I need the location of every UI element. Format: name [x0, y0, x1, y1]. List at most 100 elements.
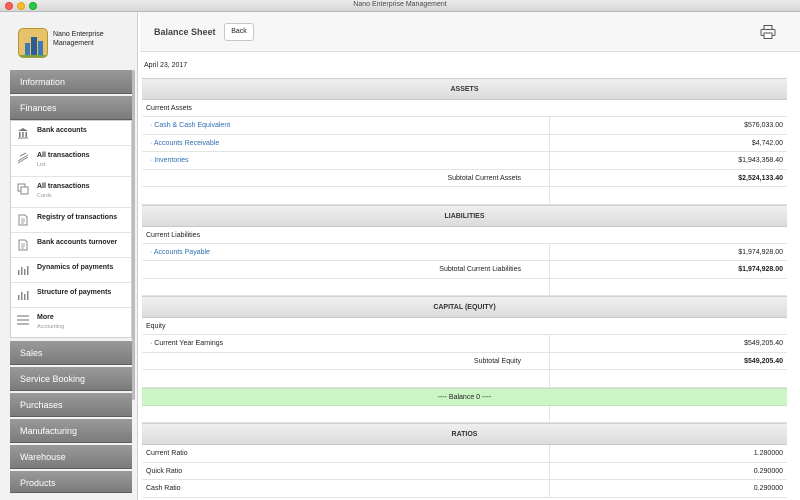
- subtotal-label: Subtotal Current Liabilities: [142, 261, 550, 278]
- submenu-registry-of-transactions[interactable]: Registry of transactions: [11, 208, 131, 233]
- table-row: · Current Year Earnings $549,205.40: [142, 335, 787, 353]
- ratio-row: Current Ratio 1.280000: [142, 445, 787, 463]
- submenu-bank-accounts-turnover[interactable]: Bank accounts turnover: [11, 233, 131, 258]
- ratio-row: Quick Ratio 0.290000: [142, 462, 787, 480]
- app-name: Nano Enterprise Management: [53, 31, 104, 47]
- table-row[interactable]: · Inventories $1,943,358.40: [142, 152, 787, 170]
- account-link[interactable]: · Cash & Cash Equivalent: [142, 117, 550, 134]
- ratio-row: Cash Ratio 0.290000: [142, 480, 787, 498]
- nav-information-label: Information: [20, 77, 66, 87]
- table-row[interactable]: · Accounts Payable $1,974,928.00: [142, 243, 787, 261]
- table-row[interactable]: · Accounts Receivable $4,742.00: [142, 134, 787, 152]
- empty-cell: [142, 405, 550, 422]
- amount: $576,033.00: [744, 122, 783, 129]
- nav-purchases[interactable]: Purchases: [10, 393, 132, 417]
- printer-icon[interactable]: [760, 25, 776, 39]
- account-link[interactable]: · Inventories: [142, 152, 550, 169]
- document-icon: [18, 239, 28, 251]
- amount: $1,943,358.40: [738, 157, 783, 164]
- group-equity: Equity: [142, 318, 787, 335]
- amount: $1,974,928.00: [738, 248, 783, 256]
- table-row[interactable]: · Cash & Cash Equivalent $576,033.00: [142, 117, 787, 135]
- subtotal-row: Subtotal Current Liabilities $1,974,928.…: [142, 261, 787, 279]
- toolbar: Balance Sheet Back: [140, 12, 800, 52]
- ratio-label: Current Ratio: [142, 445, 550, 462]
- ratio-value: 1.280000: [753, 450, 783, 457]
- ratio-value: 0.290000: [753, 485, 783, 492]
- amount: $4,742.00: [751, 139, 783, 147]
- empty-row: [142, 187, 787, 205]
- account-label: · Current Year Earnings: [142, 335, 550, 352]
- nav-information[interactable]: Information: [10, 70, 132, 94]
- balance-check-row: ---- Balance 0 ----: [142, 387, 787, 406]
- section-header-equity: CAPITAL (EQUITY): [142, 296, 787, 318]
- submenu-subtitle: Cards: [37, 193, 52, 199]
- bank-icon: [18, 128, 28, 139]
- account-link[interactable]: · Accounts Receivable: [142, 134, 550, 151]
- nav-manufacturing[interactable]: Manufacturing: [10, 419, 132, 443]
- submenu-label: Bank accounts: [37, 127, 87, 134]
- nav-manufacturing-label: Manufacturing: [20, 426, 78, 436]
- nav-service-booking-label: Service Booking: [20, 374, 86, 384]
- submenu-bank-accounts[interactable]: Bank accounts: [11, 121, 131, 146]
- empty-cell: [142, 187, 550, 204]
- submenu-label: Structure of payments: [37, 289, 112, 296]
- ratio-label: Quick Ratio: [142, 462, 550, 479]
- submenu-dynamics-of-payments[interactable]: Dynamics of payments: [11, 258, 131, 283]
- submenu-label: Bank accounts turnover: [37, 239, 118, 246]
- section-header-liabilities: LIABILITIES: [142, 204, 787, 227]
- submenu-label: Registry of transactions: [37, 214, 118, 221]
- page-title: Balance Sheet: [154, 27, 216, 37]
- balance-sheet-table: ASSETS Current Assets · Cash & Cash Equi…: [142, 78, 787, 498]
- list-icon: [17, 152, 29, 164]
- empty-cell: [550, 370, 787, 387]
- subtotal-amount: $549,205.40: [744, 357, 783, 365]
- subtotal-label: Subtotal Current Assets: [142, 169, 550, 186]
- nav-products[interactable]: Products: [10, 471, 132, 493]
- submenu-label: All transactions: [37, 183, 90, 190]
- nav-finances[interactable]: Finances: [10, 96, 132, 120]
- nav-warehouse[interactable]: Warehouse: [10, 445, 132, 469]
- window-titlebar: Nano Enterprise Management: [0, 0, 800, 12]
- sidebar-scrollbar[interactable]: [132, 70, 135, 400]
- main-content: Balance Sheet Back April 23, 2017 ASSETS…: [140, 12, 800, 500]
- ratio-value: 0.290000: [753, 467, 783, 475]
- nav-sales-label: Sales: [20, 348, 43, 358]
- app-header: Nano Enterprise Management: [0, 12, 138, 70]
- submenu-structure-of-payments[interactable]: Structure of payments: [11, 283, 131, 308]
- nav-service-booking[interactable]: Service Booking: [10, 367, 132, 391]
- bar-chart-icon: [18, 291, 29, 300]
- submenu-all-transactions-list[interactable]: All transactions List: [11, 146, 131, 177]
- empty-cell: [550, 279, 787, 296]
- menu-icon: [17, 315, 29, 325]
- section-header-ratios: RATIOS: [142, 423, 787, 445]
- group-current-assets: Current Assets: [142, 100, 787, 117]
- section-header-assets: ASSETS: [142, 78, 787, 100]
- nav-products-label: Products: [20, 478, 56, 488]
- subtotal-amount: $1,974,928.00: [738, 266, 783, 273]
- submenu-more[interactable]: More Accounting: [11, 308, 131, 338]
- empty-row: [142, 405, 787, 423]
- document-icon: [18, 214, 28, 226]
- subtotal-row: Subtotal Equity $549,205.40: [142, 352, 787, 370]
- nav-warehouse-label: Warehouse: [20, 452, 66, 462]
- empty-cell: [550, 406, 787, 423]
- back-button[interactable]: Back: [224, 23, 254, 41]
- submenu-label: All transactions: [37, 152, 90, 159]
- empty-cell: [550, 187, 787, 204]
- cards-icon: [17, 183, 29, 195]
- subtotal-amount: $2,524,133.40: [738, 174, 783, 182]
- ratio-label: Cash Ratio: [142, 480, 550, 497]
- submenu-subtitle: Accounting: [37, 324, 65, 330]
- amount: $549,205.40: [744, 340, 783, 347]
- nav-sales[interactable]: Sales: [10, 341, 132, 365]
- finances-submenu: Bank accounts All transactions List All …: [10, 120, 132, 338]
- nav-purchases-label: Purchases: [20, 400, 63, 410]
- empty-cell: [142, 278, 550, 295]
- nav-finances-label: Finances: [20, 103, 57, 113]
- app-logo-icon: [18, 28, 48, 58]
- account-link[interactable]: · Accounts Payable: [142, 243, 550, 260]
- submenu-label: More: [37, 314, 54, 321]
- subtotal-label: Subtotal Equity: [142, 352, 550, 369]
- submenu-all-transactions-cards[interactable]: All transactions Cards: [11, 177, 131, 208]
